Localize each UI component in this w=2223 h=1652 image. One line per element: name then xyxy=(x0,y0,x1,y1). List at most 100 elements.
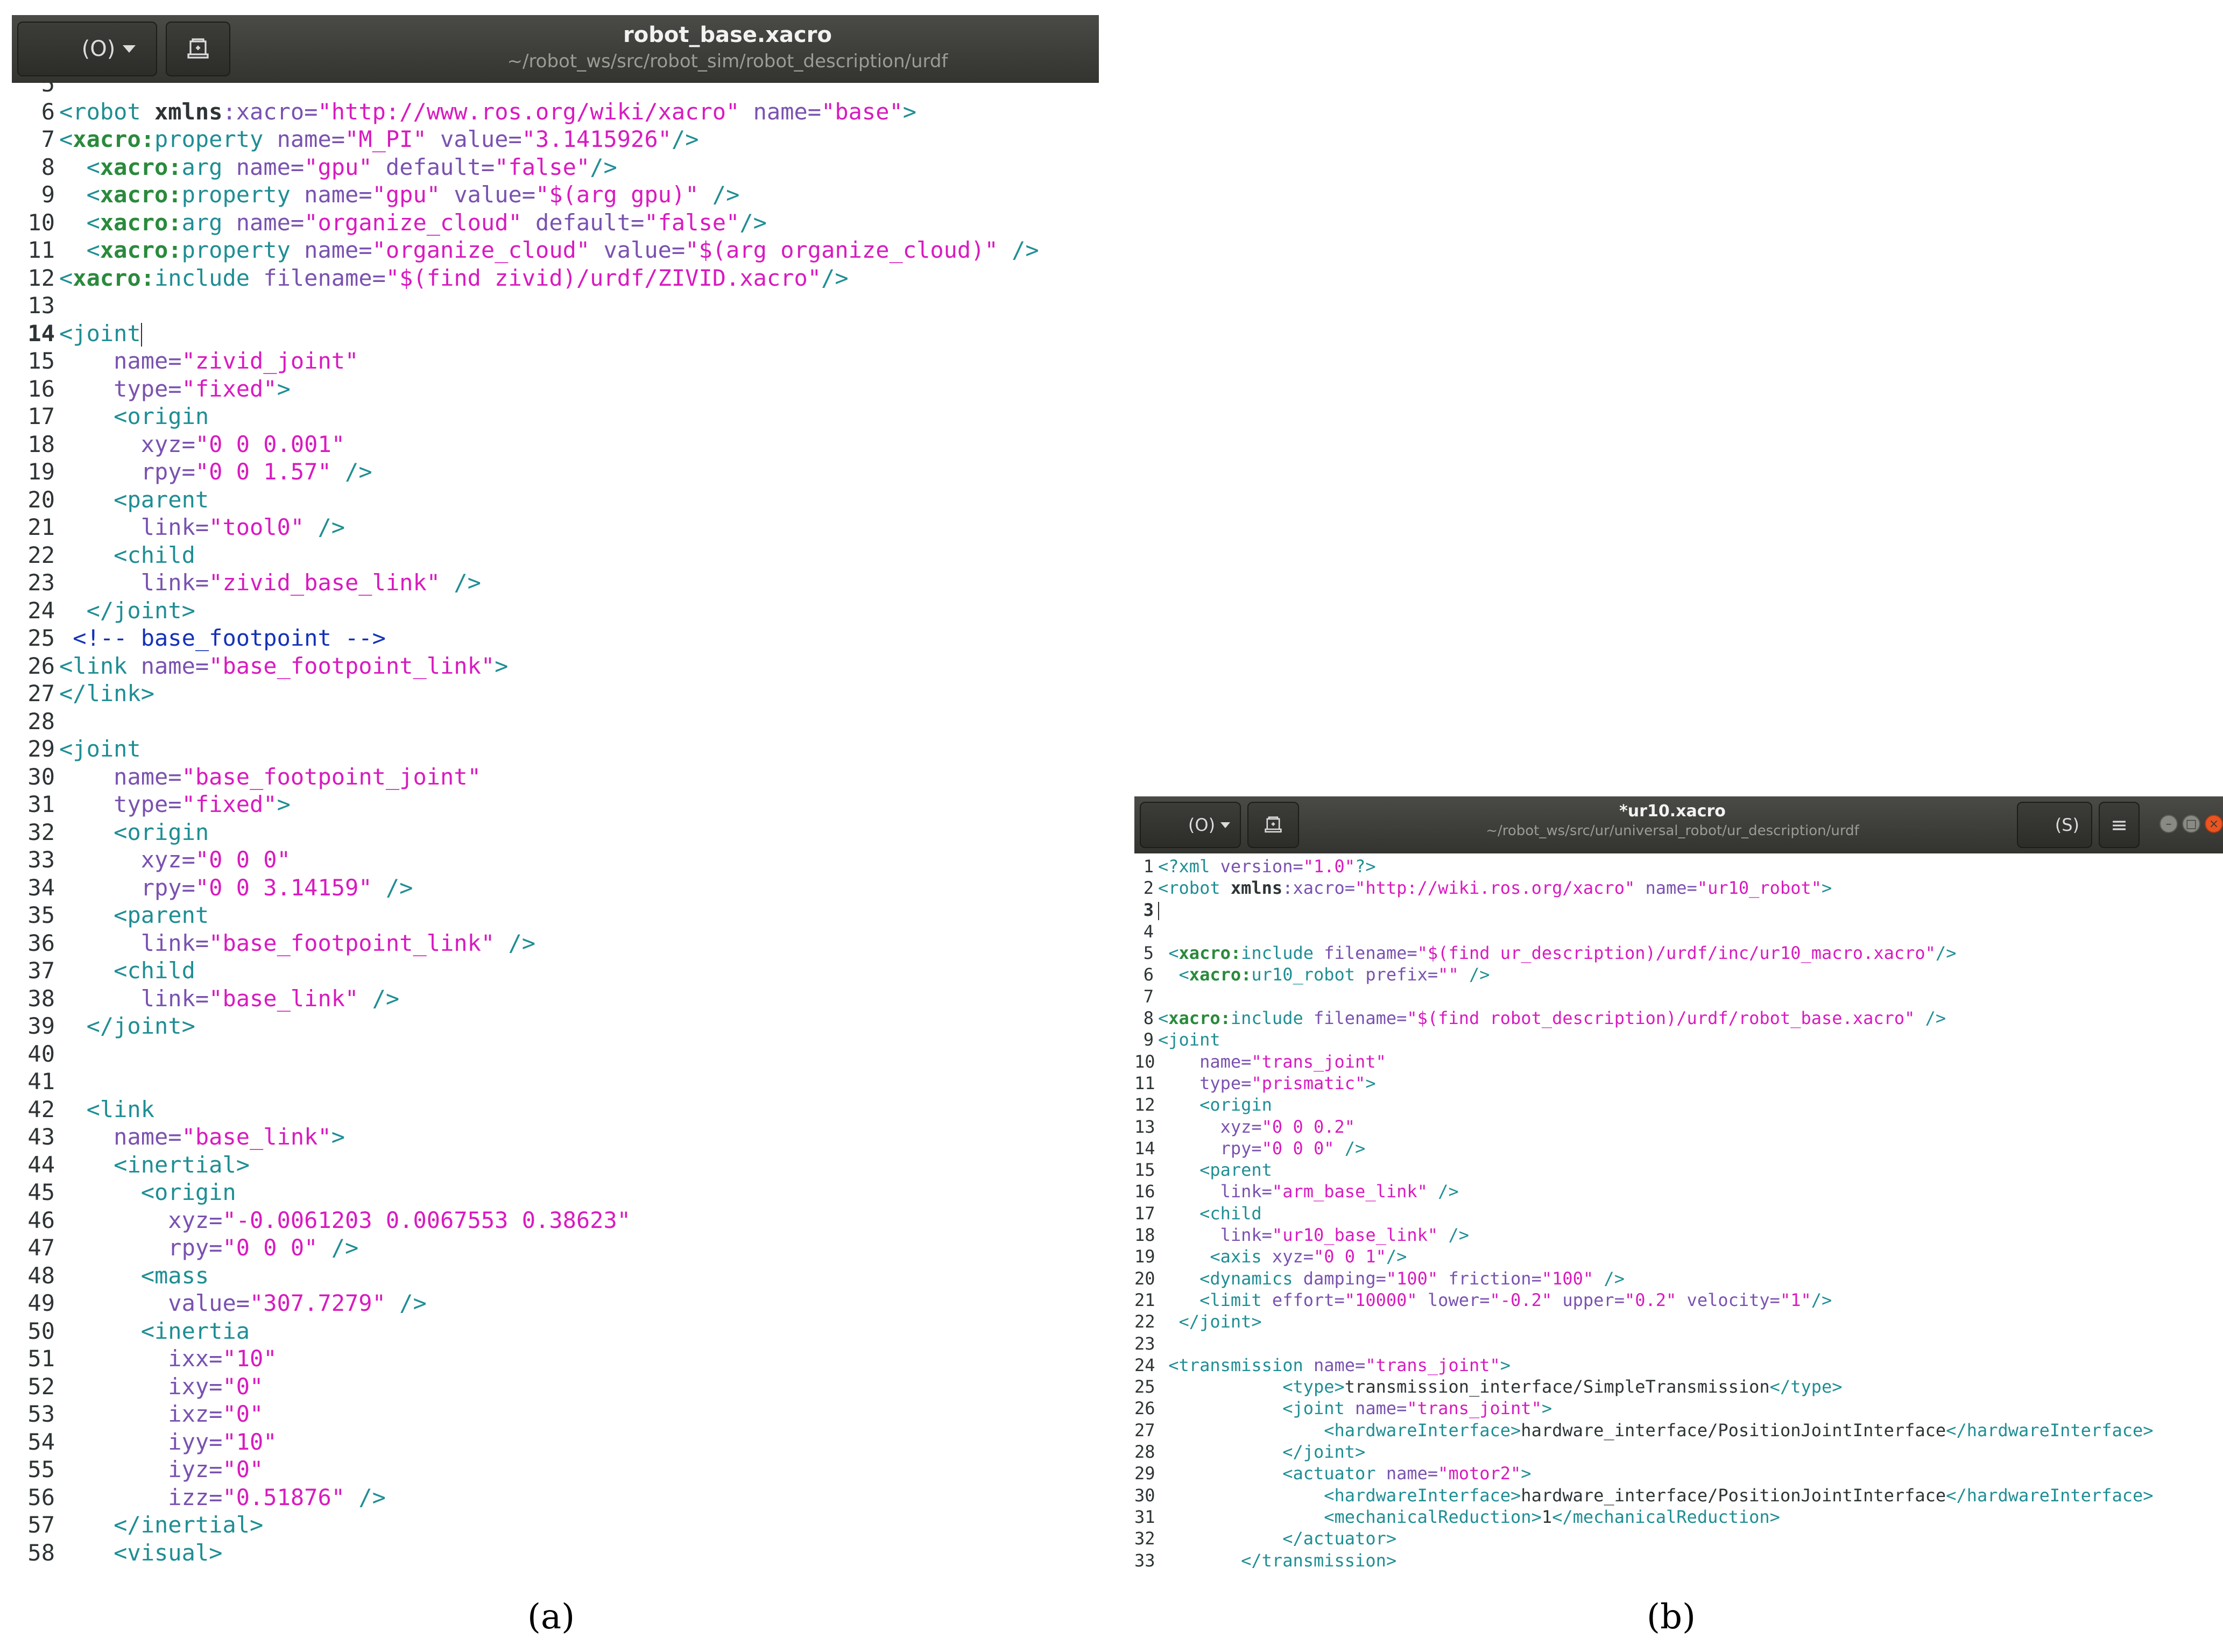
code-line[interactable]: 13 xyxy=(12,292,1099,320)
code-line[interactable]: 20 <dynamics damping="100" friction="100… xyxy=(1134,1268,2223,1289)
code-line[interactable]: 25 <type>transmission_interface/SimpleTr… xyxy=(1134,1376,2223,1397)
code-line[interactable]: 37 <child xyxy=(12,957,1099,985)
code-line[interactable]: 24 </joint> xyxy=(12,597,1099,625)
code-line[interactable]: 13 xyz="0 0 0.2" xyxy=(1134,1116,2223,1138)
code-line[interactable]: 20 <parent xyxy=(12,486,1099,514)
code-line[interactable]: 4 xyxy=(1134,921,2223,942)
code-line[interactable]: 6 <xacro:ur10_robot prefix="" /> xyxy=(1134,964,2223,985)
maximize-button[interactable]: □ xyxy=(2182,815,2200,833)
code-line[interactable]: 26 <link name="base_footpoint_link"> xyxy=(12,652,1099,680)
code-line[interactable]: 50 <inertia xyxy=(12,1317,1099,1345)
close-button[interactable]: × xyxy=(2205,815,2223,833)
code-line[interactable]: 52 ixy="0" xyxy=(12,1373,1099,1401)
code-line[interactable]: 22 <child xyxy=(12,541,1099,569)
new-document-button[interactable] xyxy=(166,22,230,76)
code-token: version= xyxy=(1220,856,1303,877)
code-line[interactable]: 47 rpy="0 0 0" /> xyxy=(12,1234,1099,1262)
code-line[interactable]: 36 link="base_footpoint_link" /> xyxy=(12,929,1099,957)
code-line[interactable]: 31 <mechanicalReduction>1</mechanicalRed… xyxy=(1134,1506,2223,1528)
code-line[interactable]: 32 </actuator> xyxy=(1134,1528,2223,1549)
code-editor[interactable]: 5 6 <robot xmlns:xacro="http://www.ros.org… xyxy=(12,83,1099,1582)
code-line[interactable]: 5 <xacro:include filename="$(find ur_des… xyxy=(1134,942,2223,964)
code-line[interactable]: 24 <transmission name="trans_joint"> xyxy=(1134,1354,2223,1376)
code-line[interactable]: 38 link="base_link" /> xyxy=(12,985,1099,1013)
code-line[interactable]: 2 <robot xmlns:xacro="http://wiki.ros.org… xyxy=(1134,877,2223,899)
code-line[interactable]: 49 value="307.7279" /> xyxy=(12,1289,1099,1317)
code-line[interactable]: 42 <link xyxy=(12,1096,1099,1124)
code-line[interactable]: 33 xyz="0 0 0" xyxy=(12,846,1099,874)
save-button[interactable]: (S) xyxy=(2017,802,2092,848)
code-line[interactable]: 18 link="ur10_base_link" /> xyxy=(1134,1224,2223,1246)
code-line[interactable]: 35 <parent xyxy=(12,901,1099,929)
code-line[interactable]: 3 xyxy=(1134,899,2223,921)
code-line[interactable]: 18 xyz="0 0 0.001" xyxy=(12,430,1099,458)
code-line[interactable]: 8 <xacro:include filename="$(find robot_d… xyxy=(1134,1007,2223,1029)
code-line[interactable]: 7 <xacro:property name="M_PI" value="3.14… xyxy=(12,125,1099,153)
code-line[interactable]: 54 iyy="10" xyxy=(12,1428,1099,1456)
code-line[interactable]: 14 rpy="0 0 0" /> xyxy=(1134,1138,2223,1159)
code-line[interactable]: 56 izz="0.51876" /> xyxy=(12,1484,1099,1512)
minimize-button[interactable]: – xyxy=(2160,815,2178,833)
code-line[interactable]: 8 <xacro:arg name="gpu" default="false"/… xyxy=(12,153,1099,181)
code-line[interactable]: 55 iyz="0" xyxy=(12,1456,1099,1484)
code-line[interactable]: 39 </joint> xyxy=(12,1012,1099,1040)
code-line[interactable]: 17 <child xyxy=(1134,1203,2223,1224)
code-line[interactable]: 9 <xacro:property name="gpu" value="$(ar… xyxy=(12,181,1099,209)
code-line[interactable]: 22 </joint> xyxy=(1134,1311,2223,1332)
code-line[interactable]: 12 <origin xyxy=(1134,1094,2223,1116)
code-line[interactable]: 19 <axis xyz="0 0 1"/> xyxy=(1134,1246,2223,1267)
code-line[interactable]: 23 link="zivid_base_link" /> xyxy=(12,569,1099,597)
code-line[interactable]: 27 </link> xyxy=(12,680,1099,708)
code-line[interactable]: 45 <origin xyxy=(12,1178,1099,1206)
code-line[interactable]: 27 <hardwareInterface>hardware_interface… xyxy=(1134,1420,2223,1441)
code-line[interactable]: 10 <xacro:arg name="organize_cloud" defa… xyxy=(12,209,1099,237)
code-line[interactable]: 32 <origin xyxy=(12,818,1099,846)
code-line[interactable]: 15 name="zivid_joint" xyxy=(12,347,1099,375)
code-line[interactable]: 11 type="prismatic"> xyxy=(1134,1072,2223,1094)
code-line[interactable]: 44 <inertial> xyxy=(12,1151,1099,1179)
code-line[interactable]: 51 ixx="10" xyxy=(12,1345,1099,1373)
code-line[interactable]: 10 name="trans_joint" xyxy=(1134,1051,2223,1072)
code-line[interactable]: 26 <joint name="trans_joint"> xyxy=(1134,1397,2223,1419)
menu-button[interactable]: ≡ xyxy=(2099,802,2140,848)
code-line[interactable]: 12 <xacro:include filename="$(find zivid)… xyxy=(12,264,1099,292)
code-line[interactable]: 33 </transmission> xyxy=(1134,1550,2223,1571)
code-line[interactable]: 15 <parent xyxy=(1134,1159,2223,1181)
code-line[interactable]: 28 xyxy=(12,708,1099,736)
code-line[interactable]: 11 <xacro:property name="organize_cloud"… xyxy=(12,236,1099,264)
code-editor[interactable]: 1 <?xml version="1.0"?> 2 <robot xmlns:xacr… xyxy=(1134,853,2223,1577)
code-line[interactable]: 43 name="base_link"> xyxy=(12,1123,1099,1151)
code-line[interactable]: 29 <actuator name="motor2"> xyxy=(1134,1463,2223,1484)
code-line[interactable]: 25 <!-- base_footpoint --> xyxy=(12,624,1099,652)
code-line[interactable]: 21 <limit effort="10000" lower="-0.2" up… xyxy=(1134,1289,2223,1311)
code-line[interactable]: 29 <joint xyxy=(12,735,1099,763)
code-line[interactable]: 19 rpy="0 0 1.57" /> xyxy=(12,458,1099,486)
code-line[interactable]: 5 xyxy=(12,83,1099,98)
code-line[interactable]: 14 <joint xyxy=(12,320,1099,348)
code-line[interactable]: 1 <?xml version="1.0"?> xyxy=(1134,856,2223,877)
code-line[interactable]: 16 type="fixed"> xyxy=(12,375,1099,403)
code-line[interactable]: 40 xyxy=(12,1040,1099,1068)
code-line[interactable]: 58 <visual> xyxy=(12,1539,1099,1567)
code-line[interactable]: 34 rpy="0 0 3.14159" /> xyxy=(12,874,1099,902)
code-line[interactable]: 53 ixz="0" xyxy=(12,1400,1099,1428)
code-line[interactable]: 57 </inertial> xyxy=(12,1511,1099,1539)
code-line[interactable]: 6 <robot xmlns:xacro="http://www.ros.org/… xyxy=(12,98,1099,126)
code-line[interactable]: 48 <mass xyxy=(12,1262,1099,1290)
code-line[interactable]: 16 link="arm_base_link" /> xyxy=(1134,1181,2223,1202)
code-line[interactable]: 7 xyxy=(1134,986,2223,1007)
code-line[interactable]: 31 type="fixed"> xyxy=(12,790,1099,818)
open-button[interactable]: (O) xyxy=(1140,802,1241,848)
code-line[interactable]: 41 xyxy=(12,1068,1099,1096)
code-line[interactable]: 28 </joint> xyxy=(1134,1441,2223,1463)
code-line[interactable]: 17 <origin xyxy=(12,403,1099,430)
code-line[interactable]: 21 link="tool0" /> xyxy=(12,513,1099,541)
open-button[interactable]: (O) xyxy=(17,22,157,76)
code-line[interactable]: 23 xyxy=(1134,1333,2223,1354)
code-line[interactable]: 9 <joint xyxy=(1134,1029,2223,1050)
code-line[interactable]: 30 name="base_footpoint_joint" xyxy=(12,763,1099,791)
code-line[interactable]: 46 xyz="-0.0061203 0.0067553 0.38623" xyxy=(12,1206,1099,1234)
new-document-button[interactable] xyxy=(1247,802,1299,848)
code-token: <actuator xyxy=(1282,1463,1386,1484)
code-line[interactable]: 30 <hardwareInterface>hardware_interface… xyxy=(1134,1485,2223,1506)
